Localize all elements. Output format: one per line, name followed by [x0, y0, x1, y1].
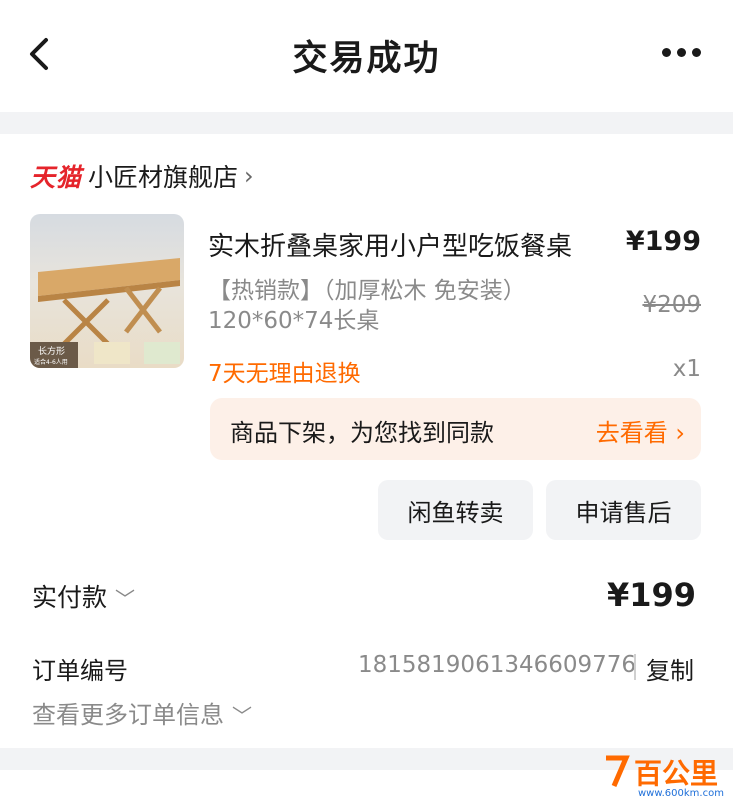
- divider: [634, 654, 636, 680]
- quantity: x1: [672, 356, 701, 382]
- after-sale-button[interactable]: 申请售后: [546, 480, 701, 540]
- product-price: ¥199: [625, 226, 701, 257]
- payment-label[interactable]: 实付款 ﹀: [32, 578, 135, 614]
- order-number: 1815819061346609776: [358, 652, 637, 678]
- image-subtag: 适合4-6人用: [34, 359, 68, 366]
- resell-button[interactable]: 闲鱼转卖: [378, 480, 533, 540]
- payment-label-text: 实付款: [32, 583, 108, 612]
- product-image[interactable]: 长方形 适合4-6人用: [30, 214, 184, 368]
- watermark: 百公里 www.600km.com: [600, 748, 733, 800]
- original-price: ¥209: [642, 292, 701, 318]
- view-similar-link[interactable]: 去看看 ›: [596, 413, 685, 448]
- watermark-url: www.600km.com: [638, 788, 724, 799]
- copy-button[interactable]: 复制: [646, 651, 694, 686]
- store-link[interactable]: 天猫 小匠材旗舰店 ›: [30, 156, 254, 196]
- top-nav-bar: 交易成功: [0, 0, 733, 112]
- tmall-logo: 天猫: [30, 163, 83, 192]
- store-name: 小匠材旗舰店: [88, 163, 239, 192]
- section-divider: [0, 112, 733, 134]
- page-title: 交易成功: [292, 39, 441, 79]
- product-spec: 【热销款】（加厚松木 免安装）120*60*74长桌: [208, 278, 526, 334]
- chevron-right-icon: ›: [244, 162, 254, 190]
- more-order-info-link[interactable]: 查看更多订单信息 ﹀: [32, 695, 252, 730]
- more-order-info-text: 查看更多订单信息: [32, 701, 224, 729]
- chevron-down-icon: ﹀: [115, 587, 136, 611]
- product-name[interactable]: 实木折叠桌家用小户型吃饭餐桌: [208, 226, 572, 263]
- delisted-notice-banner[interactable]: 商品下架，为您找到同款 去看看 ›: [210, 398, 701, 460]
- return-policy-badge: 7天无理由退换: [208, 361, 361, 387]
- more-options-icon[interactable]: [662, 42, 712, 62]
- watermark-brand: 百公里: [634, 757, 719, 790]
- order-number-label: 订单编号: [32, 657, 128, 685]
- payment-amount: ¥199: [606, 576, 696, 614]
- chevron-down-icon: ﹀: [232, 704, 252, 728]
- image-tag: 长方形: [38, 347, 66, 357]
- notice-text: 商品下架，为您找到同款: [230, 419, 494, 447]
